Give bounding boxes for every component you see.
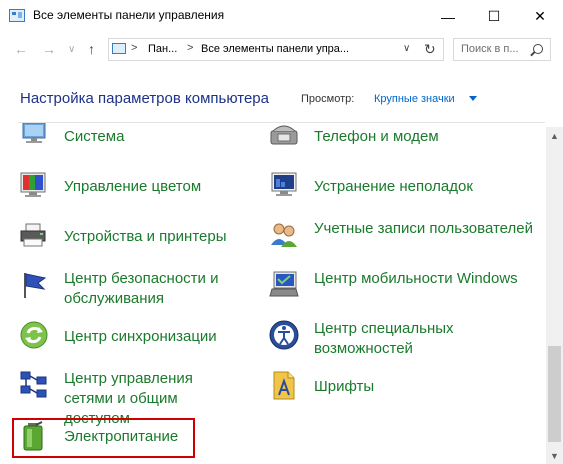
system-icon: [22, 123, 46, 143]
item-label: Телефон и модем: [314, 128, 439, 145]
sync-icon: [20, 321, 48, 349]
phone-icon: [270, 125, 298, 145]
close-button[interactable]: ✕: [517, 0, 563, 33]
list-item-user-accounts[interactable]: Учетные записи пользователей: [268, 219, 538, 263]
control-panel-icon: [9, 9, 25, 22]
troubleshoot-icon: [271, 172, 297, 196]
up-button[interactable]: ↑: [88, 41, 95, 57]
list-item-troubleshooting[interactable]: Устранение неполадок: [268, 169, 538, 213]
breadcrumb-control-panel[interactable]: Пан...: [148, 43, 177, 55]
window-title: Все элементы панели управления: [33, 8, 225, 22]
maximize-button[interactable]: ☐: [471, 0, 517, 33]
list-item-security-maintenance[interactable]: Центр безопасности и обслуживания: [18, 269, 248, 313]
control-panel-icon: [112, 43, 126, 54]
item-label: Центр синхронизации: [64, 328, 217, 345]
refresh-icon[interactable]: ↻: [424, 41, 436, 58]
network-icon: [20, 371, 47, 398]
item-label: Система: [64, 128, 125, 145]
search-input[interactable]: Поиск в п...: [453, 38, 551, 61]
list-item-network-center[interactable]: Центр управления сетями и общим доступом: [18, 369, 248, 427]
highlight-box: [12, 418, 195, 458]
list-item-sync-center[interactable]: Центр синхронизации: [18, 319, 248, 363]
flag-icon: [24, 273, 47, 298]
color-management-icon: [20, 172, 46, 197]
item-label: Шрифты: [314, 378, 375, 395]
list-item-ease-of-access[interactable]: Центр специальных возможностей: [268, 319, 538, 363]
item-label: Устранение неполадок: [314, 178, 473, 195]
forward-button[interactable]: →: [42, 41, 56, 57]
view-mode-dropdown[interactable]: Крупные значки: [374, 93, 455, 105]
breadcrumb-all-items[interactable]: Все элементы панели упра...: [201, 43, 349, 55]
list-item-fonts[interactable]: Шрифты: [268, 369, 538, 413]
item-label: Центр безопасности и обслуживания: [64, 270, 219, 307]
search-placeholder: Поиск в п...: [461, 43, 519, 55]
list-item-color-management[interactable]: Управление цветом: [18, 169, 248, 213]
mobility-icon: [269, 271, 299, 297]
item-label: Центр специальных возможностей: [314, 320, 454, 357]
item-label: Управление цветом: [64, 178, 202, 195]
fonts-icon: [273, 371, 295, 400]
item-label: Устройства и принтеры: [64, 228, 227, 245]
list-item-phone-modem[interactable]: Телефон и модем: [268, 123, 538, 163]
scrollbar-thumb[interactable]: [548, 346, 561, 442]
title-bar: Все элементы панели управления — ☐ ✕: [0, 0, 563, 33]
scroll-up-button[interactable]: ▲: [546, 127, 563, 144]
scroll-down-button[interactable]: ▼: [546, 447, 563, 464]
address-field[interactable]: > Пан... > Все элементы панели упра... ∨…: [108, 38, 444, 61]
breadcrumb-separator: >: [131, 42, 138, 54]
recent-locations-button[interactable]: ∨: [68, 44, 75, 55]
address-dropdown-icon[interactable]: ∨: [403, 43, 410, 54]
view-label: Просмотр:: [301, 93, 355, 105]
accessibility-icon: [269, 320, 299, 350]
item-label: Центр мобильности Windows: [314, 270, 518, 287]
chevron-down-icon[interactable]: [469, 96, 477, 101]
list-item-mobility-center[interactable]: Центр мобильности Windows: [268, 269, 538, 313]
minimize-button[interactable]: —: [425, 0, 471, 33]
printer-icon: [20, 223, 46, 247]
page-title: Настройка параметров компьютера: [20, 90, 269, 107]
items-list: Система Управление цветом Устройства и п…: [0, 123, 546, 464]
search-icon[interactable]: [533, 44, 543, 54]
item-label: Учетные записи пользователей: [314, 220, 533, 237]
list-item-system[interactable]: Система: [18, 123, 248, 163]
users-icon: [271, 223, 297, 247]
back-button[interactable]: ←: [14, 41, 28, 57]
list-item-devices-printers[interactable]: Устройства и принтеры: [18, 219, 248, 263]
breadcrumb-separator: >: [187, 42, 194, 54]
